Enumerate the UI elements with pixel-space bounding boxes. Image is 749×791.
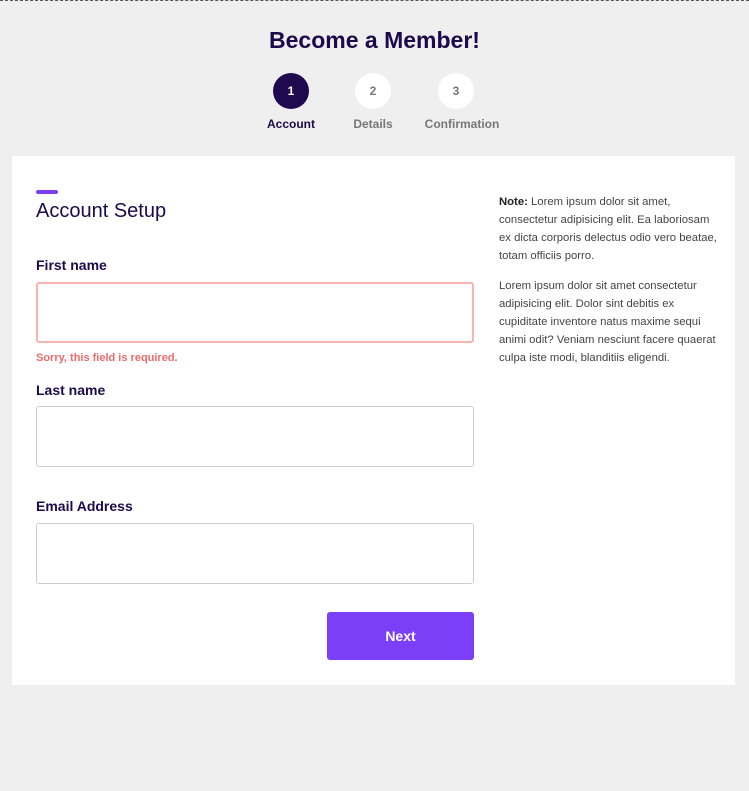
step-label: Confirmation bbox=[424, 117, 500, 131]
step-label: Details bbox=[353, 117, 393, 131]
progress-stepper: 1 Account 2 Details 3 Confirmation bbox=[0, 73, 749, 133]
section-accent-bar bbox=[36, 190, 58, 194]
step-confirmation[interactable]: 3 Confirmation bbox=[412, 73, 512, 131]
note-label: Note: bbox=[499, 196, 528, 208]
first-name-error: Sorry, this field is required. bbox=[36, 352, 178, 364]
next-button[interactable]: Next bbox=[327, 612, 474, 660]
note-text: Lorem ipsum dolor sit amet, consectetur … bbox=[499, 196, 717, 262]
step-number: 3 bbox=[438, 73, 474, 109]
section-title: Account Setup bbox=[36, 200, 167, 222]
note-paragraph: Note: Lorem ipsum dolor sit amet, consec… bbox=[499, 193, 719, 265]
last-name-input[interactable] bbox=[36, 406, 474, 467]
email-input[interactable] bbox=[36, 523, 474, 584]
info-paragraph: Lorem ipsum dolor sit amet consectetur a… bbox=[499, 280, 716, 364]
email-label: Email Address bbox=[36, 498, 133, 514]
step-details[interactable]: 2 Details bbox=[323, 73, 423, 131]
step-number: 2 bbox=[355, 73, 391, 109]
step-number: 1 bbox=[273, 73, 309, 109]
last-name-label: Last name bbox=[36, 382, 106, 398]
first-name-label: First name bbox=[36, 257, 107, 273]
first-name-input[interactable] bbox=[36, 282, 474, 343]
form-card: Account Setup First name Sorry, this fie… bbox=[12, 156, 735, 685]
info-aside: Note: Lorem ipsum dolor sit amet, consec… bbox=[499, 193, 719, 379]
page-title: Become a Member! bbox=[269, 27, 480, 53]
